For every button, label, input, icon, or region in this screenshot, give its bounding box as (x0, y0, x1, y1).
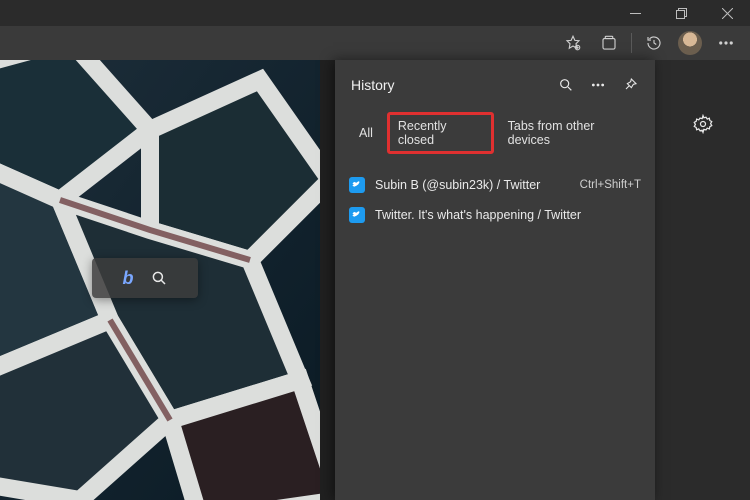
history-panel: History All Recently closed Tabs from ot… (335, 60, 655, 500)
twitter-favicon (349, 177, 365, 193)
search-icon (150, 269, 168, 287)
collections-icon[interactable] (593, 29, 625, 57)
right-panel-strip (655, 60, 750, 500)
tab-other-devices[interactable]: Tabs from other devices (500, 115, 643, 151)
bing-search-pill[interactable]: b (92, 258, 198, 298)
profile-avatar[interactable] (678, 31, 702, 55)
window-restore-button[interactable] (658, 0, 704, 26)
app-root: b History All (0, 0, 750, 500)
favorites-icon[interactable] (557, 29, 589, 57)
history-item-shortcut: Ctrl+Shift+T (580, 179, 641, 191)
history-header: History (335, 60, 655, 108)
history-header-actions (553, 72, 643, 98)
history-icon[interactable] (638, 29, 670, 57)
history-item-title: Subin B (@subin23k) / Twitter (375, 178, 572, 192)
history-item[interactable]: Subin B (@subin23k) / Twitter Ctrl+Shift… (335, 170, 655, 200)
window-close-button[interactable] (704, 0, 750, 26)
bing-icon: b (123, 268, 134, 289)
history-list: Subin B (@subin23k) / Twitter Ctrl+Shift… (335, 164, 655, 236)
history-item[interactable]: Twitter. It's what's happening / Twitter (335, 200, 655, 230)
more-icon[interactable] (710, 29, 742, 57)
window-titlebar (0, 0, 750, 26)
history-more-button[interactable] (585, 72, 611, 98)
history-pin-button[interactable] (617, 72, 643, 98)
tab-recently-closed[interactable]: Recently closed (387, 112, 494, 154)
history-item-title: Twitter. It's what's happening / Twitter (375, 208, 633, 222)
window-minimize-button[interactable] (612, 0, 658, 26)
settings-icon[interactable] (687, 110, 719, 138)
tab-all[interactable]: All (351, 122, 381, 144)
twitter-favicon (349, 207, 365, 223)
browser-toolbar (0, 26, 750, 60)
toolbar-separator (631, 33, 632, 53)
history-tabs: All Recently closed Tabs from other devi… (335, 108, 655, 164)
history-title: History (351, 77, 395, 93)
history-search-button[interactable] (553, 72, 579, 98)
